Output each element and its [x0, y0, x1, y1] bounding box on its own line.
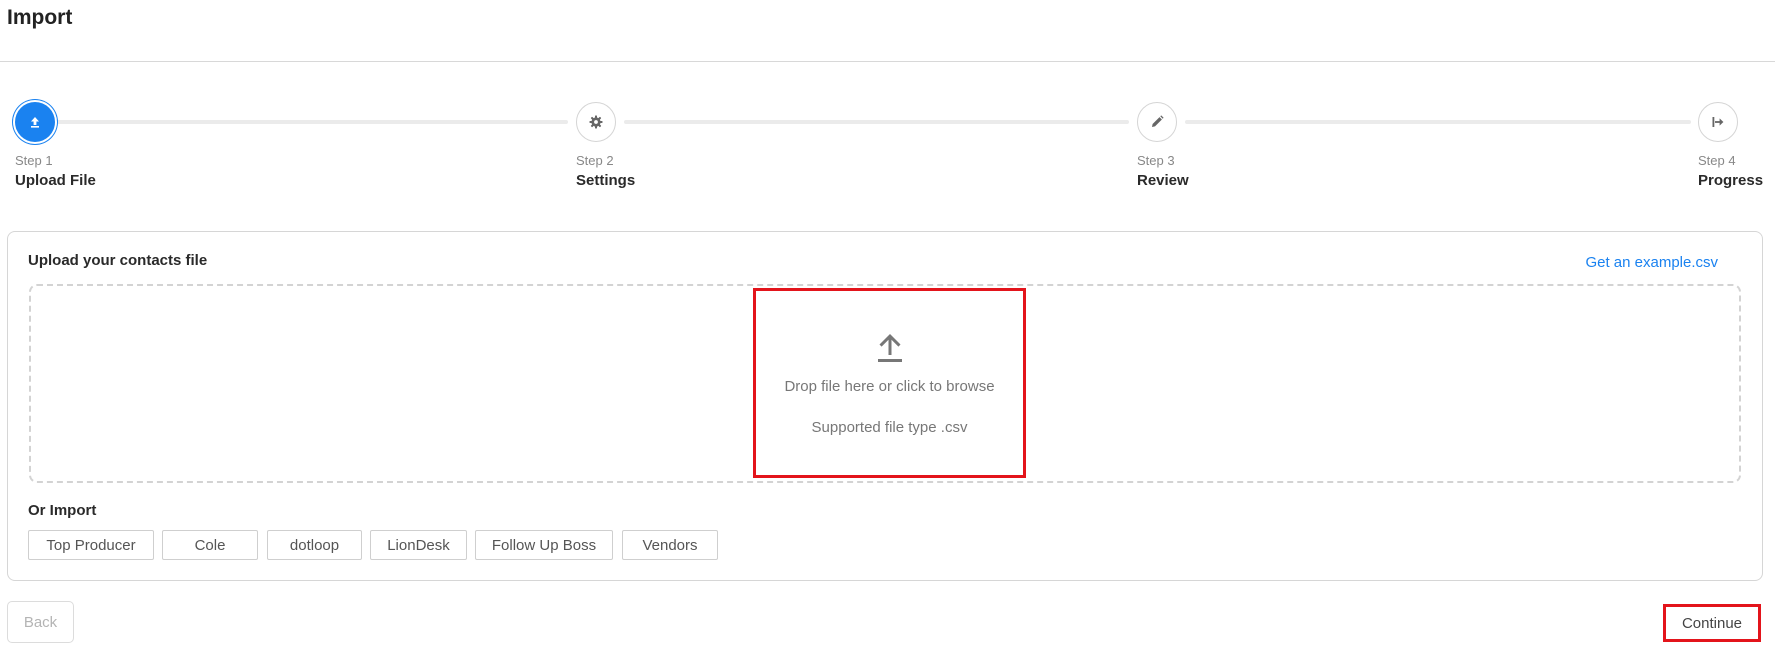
- import-cole-button[interactable]: Cole: [162, 530, 258, 560]
- upload-icon: [31, 117, 39, 128]
- step-2-title: Settings: [576, 172, 636, 189]
- gear-icon: [589, 115, 603, 129]
- upload-card-title: Upload your contacts file: [28, 252, 208, 269]
- supported-file-type: Supported file type .csv: [811, 419, 968, 436]
- step-4-title: Progress: [1698, 172, 1764, 189]
- step-3-circle[interactable]: [1137, 102, 1177, 142]
- import-liondesk-button[interactable]: LionDesk: [370, 530, 467, 560]
- import-dotloop-button[interactable]: dotloop: [267, 530, 362, 560]
- upload-arrow-icon: [877, 334, 902, 362]
- file-dropzone[interactable]: Drop file here or click to browse Suppor…: [29, 284, 1741, 483]
- step-connector-3: [1185, 120, 1691, 124]
- or-import-label: Or Import: [28, 502, 97, 519]
- arrow-right-to-bar-icon: [1712, 117, 1724, 127]
- step-2-circle[interactable]: [576, 102, 616, 142]
- step-4-number: Step 4: [1698, 153, 1736, 168]
- step-1-number: Step 1: [15, 153, 53, 168]
- upload-highlight-box[interactable]: Drop file here or click to browse Suppor…: [753, 288, 1026, 478]
- back-button[interactable]: Back: [7, 601, 74, 643]
- page-title: Import: [7, 6, 73, 29]
- upload-card: Upload your contacts file Get an example…: [7, 231, 1763, 581]
- pencil-icon: [1152, 115, 1164, 127]
- step-2-number: Step 2: [576, 153, 614, 168]
- dropzone-instruction: Drop file here or click to browse: [784, 378, 995, 395]
- step-connector-1: [56, 120, 568, 124]
- step-4-circle[interactable]: [1698, 102, 1738, 142]
- step-3-title: Review: [1137, 172, 1189, 189]
- step-connector-2: [624, 120, 1129, 124]
- import-vendors-button[interactable]: Vendors: [622, 530, 718, 560]
- step-1-title: Upload File: [15, 172, 96, 189]
- step-3-number: Step 3: [1137, 153, 1175, 168]
- header-divider: [0, 61, 1775, 62]
- step-1-circle[interactable]: [15, 102, 55, 142]
- example-csv-link[interactable]: Get an example.csv: [1585, 254, 1718, 271]
- import-top-producer-button[interactable]: Top Producer: [28, 530, 154, 560]
- import-follow-up-boss-button[interactable]: Follow Up Boss: [475, 530, 613, 560]
- continue-button[interactable]: Continue: [1663, 604, 1761, 642]
